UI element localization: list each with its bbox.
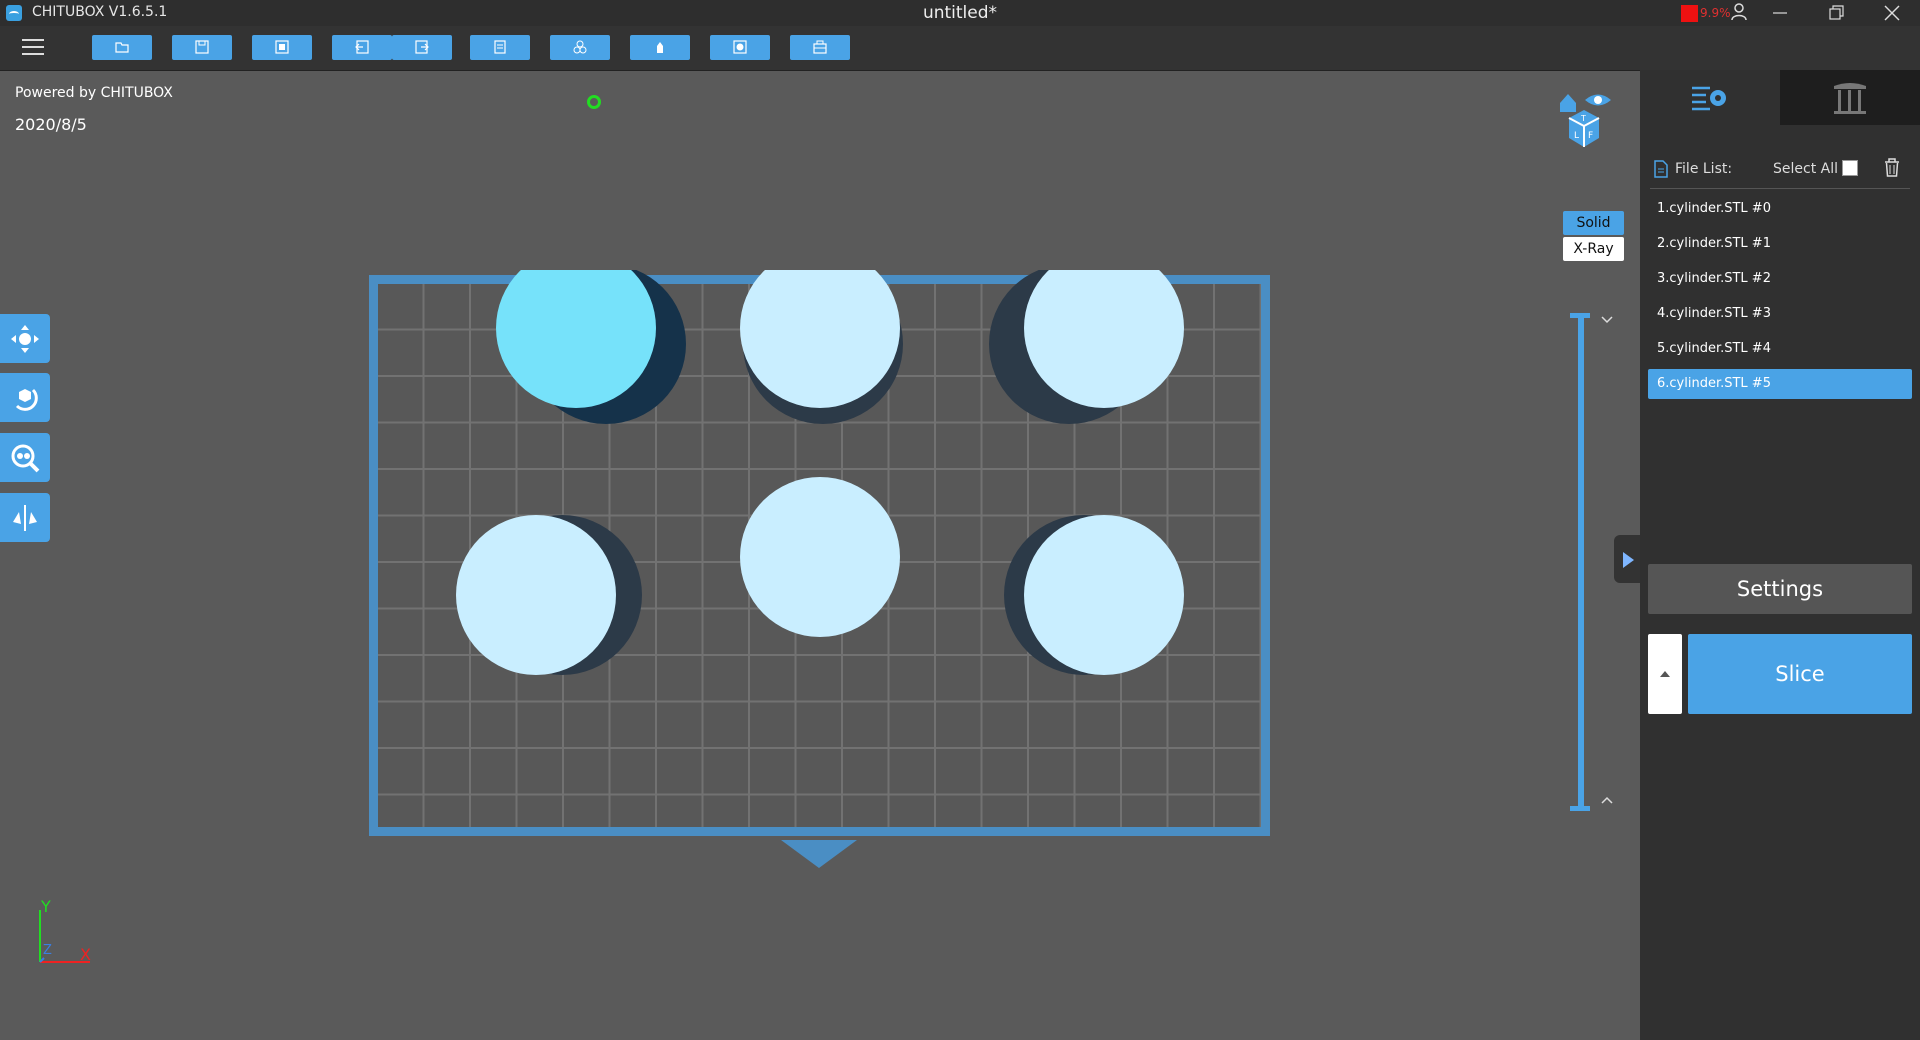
screenshot-button[interactable] [252, 35, 312, 60]
supports-button[interactable] [630, 35, 690, 60]
date-label: 2020/8/5 [15, 115, 87, 134]
move-icon [11, 325, 39, 353]
slice-options-button[interactable] [1648, 634, 1682, 714]
chevron-up-icon[interactable] [1600, 795, 1614, 805]
settings-button[interactable]: Settings [1648, 564, 1912, 614]
layer-slider-track[interactable] [1578, 315, 1584, 809]
print-settings-button[interactable] [790, 35, 850, 60]
view-cube[interactable]: L F T [1557, 88, 1617, 154]
file-list-item[interactable]: 5.cylinder.STL #4 [1648, 334, 1912, 364]
close-icon [1884, 5, 1900, 21]
model-cylinder-5[interactable] [1004, 515, 1184, 675]
platform-front-marker [781, 840, 857, 868]
main-toolbar [0, 26, 1920, 71]
close-button[interactable] [1864, 0, 1920, 26]
layer-slider-bottom-handle[interactable] [1570, 806, 1590, 811]
minimize-button[interactable] [1752, 0, 1808, 26]
svg-text:L: L [1574, 131, 1579, 141]
open-file-button[interactable] [92, 35, 152, 60]
minimize-icon [1773, 12, 1787, 14]
hamburger-menu-icon[interactable] [22, 37, 46, 57]
hollow-button[interactable] [710, 35, 770, 60]
select-all-label: Select All [1773, 161, 1838, 177]
layout-button[interactable] [470, 35, 530, 60]
list-gear-icon [1692, 86, 1726, 111]
layer-slider-top-handle[interactable] [1570, 313, 1590, 318]
file-list-item[interactable]: 2.cylinder.STL #1 [1648, 229, 1912, 259]
mirror-icon [13, 505, 37, 531]
svg-text:T: T [1580, 114, 1586, 123]
title-bar: CHITUBOX V1.6.5.1 untitled* 9.9% [0, 0, 1920, 26]
model-cylinder-3[interactable] [456, 515, 642, 675]
solid-mode-button[interactable]: Solid [1563, 211, 1624, 235]
redo-button[interactable] [392, 35, 452, 60]
rotate-tool-button[interactable] [0, 373, 50, 422]
arrange-icon [573, 40, 587, 54]
redo-icon [415, 40, 429, 54]
home-view-icon [1560, 94, 1576, 112]
select-all-checkbox[interactable] [1842, 160, 1858, 176]
performance-indicator [1681, 5, 1698, 22]
chevron-down-icon[interactable] [1600, 315, 1614, 325]
file-list-item-selected[interactable]: 6.cylinder.STL #5 [1648, 369, 1912, 399]
model-cylinder-4[interactable] [740, 477, 900, 637]
move-tool-button[interactable] [0, 314, 50, 363]
axis-y-label: Y [40, 900, 51, 916]
hollow-icon [733, 40, 747, 54]
undo-icon [355, 40, 369, 54]
mirror-tool-button[interactable] [0, 493, 50, 542]
app-logo-icon [6, 5, 22, 21]
app-title: CHITUBOX V1.6.5.1 [32, 4, 168, 20]
support-columns-icon [1834, 83, 1866, 114]
rotate-icon [15, 388, 38, 411]
folder-icon [115, 42, 129, 53]
undo-button[interactable] [332, 35, 392, 60]
tab-supports[interactable] [1780, 70, 1920, 125]
slice-button[interactable]: Slice [1688, 634, 1912, 714]
document-title: untitled* [922, 3, 998, 23]
panel-collapse-handle[interactable] [1614, 535, 1640, 583]
powered-by-label: Powered by CHITUBOX [15, 85, 173, 101]
scale-icon [11, 444, 40, 473]
trash-icon[interactable] [1883, 158, 1901, 178]
tab-model-settings[interactable] [1640, 70, 1780, 125]
file-list-label: File List: [1675, 161, 1733, 177]
file-list-item[interactable]: 3.cylinder.STL #2 [1648, 264, 1912, 294]
axis-x-label: X [80, 945, 91, 964]
arrange-button[interactable] [550, 35, 610, 60]
layout-icon [494, 40, 506, 54]
capture-icon [275, 40, 289, 54]
restore-button[interactable] [1808, 0, 1864, 26]
printer-icon [813, 40, 827, 54]
user-icon[interactable] [1731, 3, 1747, 25]
restore-icon [1829, 5, 1844, 20]
file-list-item[interactable]: 4.cylinder.STL #3 [1648, 299, 1912, 329]
svg-text:F: F [1588, 131, 1593, 141]
performance-text: 9.9% [1700, 6, 1731, 20]
file-list-item[interactable]: 1.cylinder.STL #0 [1648, 194, 1912, 224]
axis-z-label: Z [43, 943, 52, 958]
support-icon [657, 42, 663, 53]
right-panel: File List: Select All 1.cylinder.STL #0 … [1640, 70, 1920, 1040]
build-platform [369, 270, 1270, 836]
file-list-divider [1650, 188, 1910, 189]
save-icon [195, 40, 209, 54]
save-file-button[interactable] [172, 35, 232, 60]
file-icon [1654, 160, 1668, 178]
scale-tool-button[interactable] [0, 433, 50, 482]
axis-indicator: Y Z X [39, 900, 91, 964]
xray-mode-button[interactable]: X-Ray [1563, 237, 1624, 261]
rotation-center-marker [587, 95, 601, 109]
